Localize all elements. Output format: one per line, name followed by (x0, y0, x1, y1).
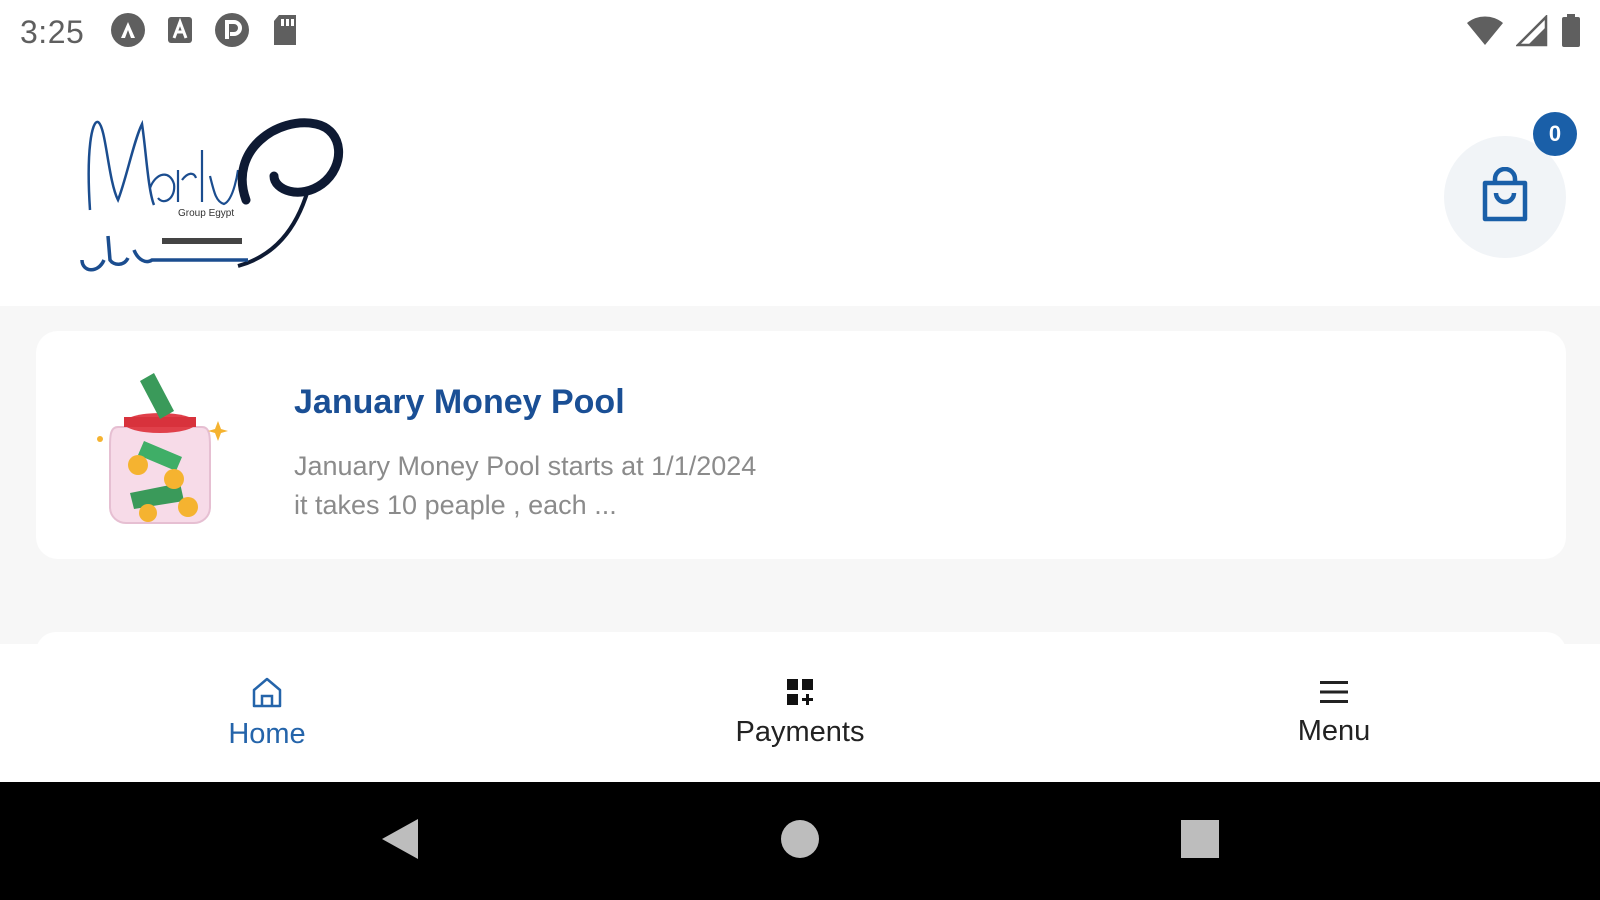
pool-list: January Money Pool January Money Pool st… (0, 306, 1600, 644)
system-nav-bar (0, 782, 1600, 900)
bottom-nav: Home Payments Menu (0, 644, 1600, 782)
pay-icon (214, 12, 250, 53)
wifi-icon (1466, 15, 1504, 52)
pool-card-partial[interactable] (36, 632, 1566, 644)
status-system-icons (1466, 13, 1582, 53)
back-icon (380, 817, 420, 866)
home-icon (251, 675, 283, 714)
status-time: 3:25 (20, 13, 85, 50)
nav-label-home: Home (228, 718, 306, 750)
sd-card-icon (270, 13, 300, 52)
pool-description-line2: it takes 10 peaple , each ... (294, 490, 617, 520)
app-a-icon (110, 12, 146, 53)
pool-card[interactable]: January Money Pool January Money Pool st… (36, 331, 1566, 559)
nav-label-payments: Payments (735, 716, 865, 748)
grid-add-icon (785, 677, 815, 712)
battery-icon (1560, 14, 1582, 53)
cell-signal-icon (1514, 13, 1548, 52)
back-button[interactable] (360, 782, 440, 900)
font-a-icon (166, 15, 194, 50)
nav-item-home[interactable]: Home (157, 644, 377, 782)
cart-count-badge: 0 (1533, 112, 1577, 156)
money-jar-icon (90, 367, 230, 527)
nav-item-menu[interactable]: Menu (1224, 644, 1444, 782)
home-circle-icon (780, 819, 820, 864)
app-header: Group Egypt 0 (0, 64, 1600, 306)
pool-description-line1: January Money Pool starts at 1/1/2024 (294, 451, 757, 481)
home-button[interactable] (760, 782, 840, 900)
svg-text:Group Egypt: Group Egypt (178, 208, 234, 219)
nav-label-menu: Menu (1297, 715, 1371, 747)
shopping-bag-icon (1479, 166, 1531, 228)
pool-title: January Money Pool (294, 383, 625, 421)
nav-item-payments[interactable]: Payments (690, 644, 910, 782)
marly-logo-icon: Group Egypt (78, 110, 348, 280)
menu-icon (1318, 678, 1350, 711)
status-notification-icons (110, 12, 300, 53)
recents-button[interactable] (1160, 782, 1240, 900)
recents-icon (1181, 819, 1219, 863)
status-bar: 3:25 (0, 0, 1600, 64)
pool-description: January Money Pool starts at 1/1/2024 it… (294, 447, 756, 525)
